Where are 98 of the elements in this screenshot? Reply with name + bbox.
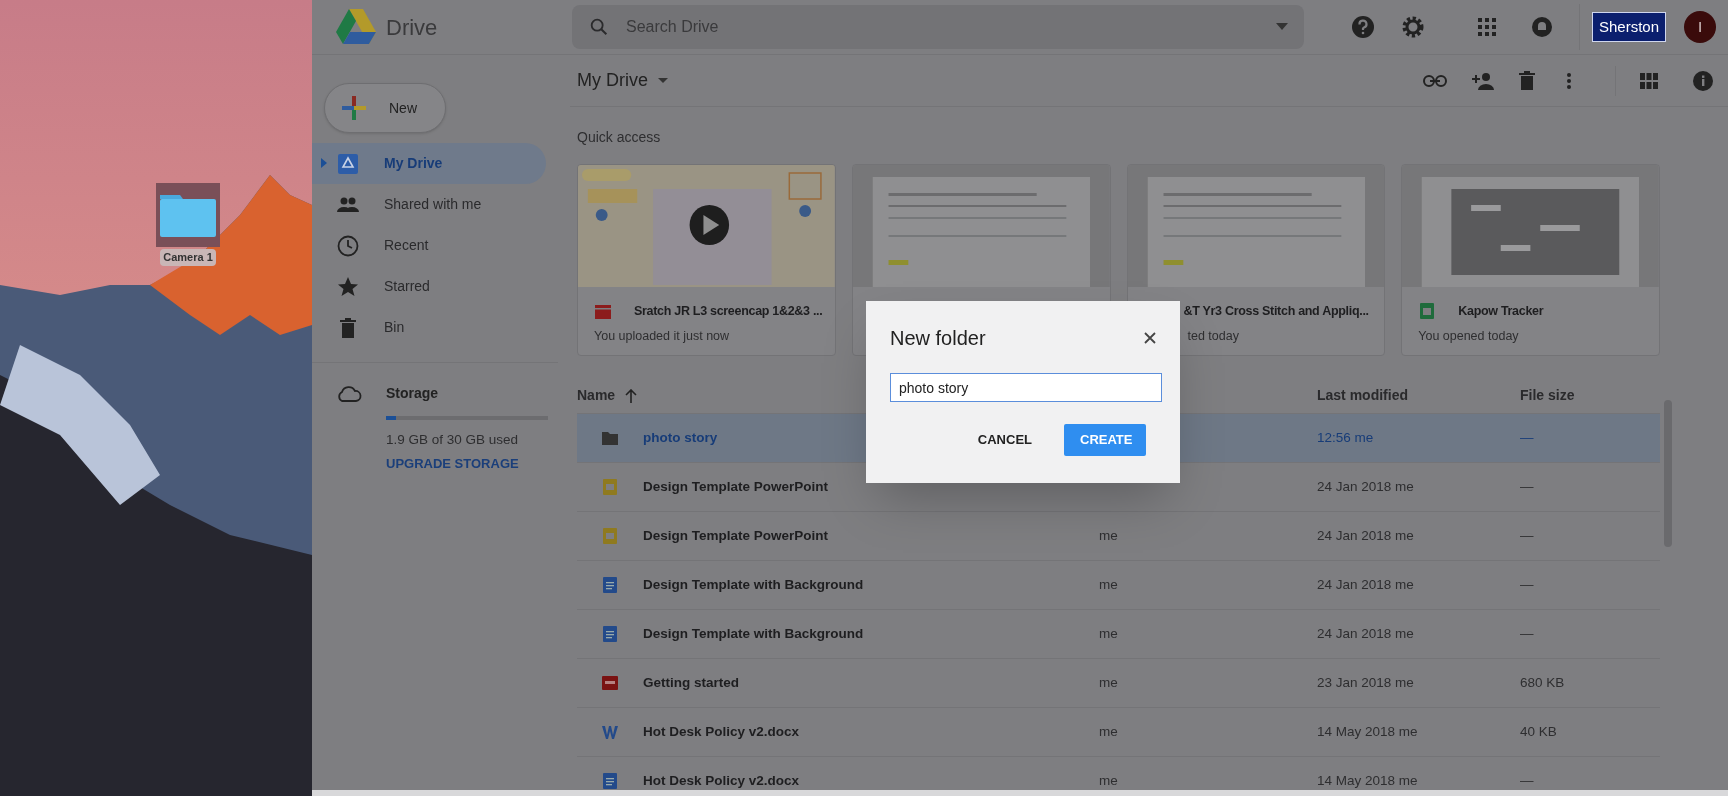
help-icon[interactable] [1350, 15, 1375, 39]
owner-text: me [1099, 772, 1118, 788]
modified-text: 14 May 2018 me [1317, 723, 1418, 739]
new-button[interactable]: New [324, 83, 446, 133]
owner-text: me [1099, 527, 1118, 543]
file-row[interactable]: Design Template PowerPoint me 24 Jan 2018 me — [577, 512, 1660, 561]
upgrade-storage-link[interactable]: UPGRADE STORAGE [386, 454, 558, 474]
link-icon[interactable] [1423, 73, 1447, 88]
file-name: Hot Desk Policy v2.docx [643, 722, 800, 741]
modified-text: 24 Jan 2018 me [1317, 478, 1414, 494]
sidebar-item[interactable]: Recent [312, 225, 546, 266]
column-header[interactable]: File size [1520, 385, 1575, 406]
document-file-icon [601, 576, 619, 594]
spreadsheet-file-icon [1418, 302, 1437, 320]
file-name: Design Template with Background [643, 575, 864, 594]
dialog-title: New folder [890, 326, 986, 351]
folder-icon[interactable] [156, 183, 220, 247]
file-row[interactable]: Design Template with Background me 24 Jan 2018 me — [577, 561, 1660, 610]
file-row[interactable]: Design Template with Background me 24 Jan 2018 me — [577, 610, 1660, 659]
file-size-text: — [1520, 527, 1534, 543]
sidebar-item[interactable]: My Drive [312, 143, 546, 184]
slides-file-icon [601, 527, 619, 545]
word-file-icon [601, 723, 619, 741]
file-card[interactable]: &T Yr3 Cross Stitch and Appliq... ted today [1126, 164, 1386, 356]
file-size-text: — [1520, 625, 1534, 641]
modified-text: 14 May 2018 me [1317, 772, 1418, 788]
document-file-icon [601, 772, 619, 790]
file-size-text: — [1520, 429, 1534, 445]
file-card[interactable]: Sratch JR L3 screencap 1&2&3 ... You uploaded it just now [577, 164, 836, 356]
owner-text: me [1099, 723, 1118, 739]
file-title: Kapow Tracker [1458, 302, 1544, 320]
apps-grid-icon[interactable] [1476, 17, 1497, 37]
sidebar-item[interactable]: Starred [312, 266, 546, 307]
column-header[interactable]: Last modified [1317, 385, 1408, 406]
modified-text: 24 Jan 2018 me [1317, 527, 1414, 543]
file-size-text: — [1520, 772, 1534, 788]
folder-icon [601, 429, 619, 447]
file-activity: You uploaded it just now [594, 328, 730, 345]
file-name: Design Template with Background [643, 624, 864, 643]
location-menu[interactable]: My Drive [577, 67, 668, 94]
slides-file-icon [601, 478, 619, 496]
video-file-icon [594, 302, 612, 320]
file-name: Design Template PowerPoint [643, 477, 829, 496]
file-name: Getting started [643, 673, 739, 692]
folder-name-field[interactable]: photo story [890, 373, 1162, 402]
file-name: Design Template PowerPoint [643, 526, 829, 545]
drive-logo-icon [336, 9, 376, 45]
document-file-icon [601, 625, 619, 643]
search-icon [588, 16, 610, 38]
account-avatar[interactable]: I [1684, 11, 1716, 43]
modified-text: 12:56 me [1317, 429, 1374, 445]
file-row[interactable]: Hot Desk Policy v2.docx me 14 May 2018 me 40 KB [577, 708, 1660, 757]
file-activity: ted today [1187, 328, 1239, 345]
modified-text: 24 Jan 2018 me [1317, 576, 1414, 592]
owner-text: me [1099, 674, 1118, 690]
add-person-icon[interactable] [1471, 71, 1495, 90]
file-title: Sratch JR L3 screencap 1&2&3 ... [634, 302, 823, 320]
create-button[interactable]: CREATE [1064, 424, 1146, 456]
file-title: &T Yr3 Cross Stitch and Appliq... [1183, 302, 1369, 320]
caret-icon [658, 77, 668, 84]
owner-text: me [1099, 625, 1118, 641]
settings-icon[interactable] [1400, 15, 1425, 39]
bell-icon[interactable] [1530, 16, 1553, 38]
grid-view-icon[interactable] [1640, 72, 1658, 89]
sort-arrow-icon[interactable] [625, 388, 638, 403]
file-row[interactable]: Getting started me 23 Jan 2018 me 680 KB [577, 659, 1660, 708]
more-options-icon[interactable] [1567, 72, 1571, 89]
column-header[interactable]: Name [577, 385, 616, 406]
owner-text: me [1099, 576, 1118, 592]
close-icon[interactable] [1144, 332, 1156, 344]
file-size-text: — [1520, 576, 1534, 592]
clock-icon [336, 233, 360, 258]
file-name: Hot Desk Policy v2.docx [643, 771, 800, 790]
section-heading: Quick access [577, 128, 662, 147]
drive-icon [336, 151, 360, 176]
caret-icon[interactable] [1276, 23, 1288, 31]
plus-icon [341, 95, 367, 121]
file-size-text: 680 KB [1520, 674, 1565, 690]
modified-text: 24 Jan 2018 me [1317, 625, 1414, 641]
storage-label: Storage [386, 384, 439, 403]
trash-icon[interactable] [1519, 71, 1535, 90]
sidebar-item[interactable]: Bin [312, 307, 546, 348]
search-field[interactable]: Search Drive [572, 5, 1304, 49]
file-size-text: — [1520, 478, 1534, 494]
file-name: photo story [643, 428, 718, 447]
app-name: Drive [386, 13, 439, 42]
sidebar-item[interactable]: Shared with me [312, 184, 546, 225]
file-activity: You opened today [1418, 328, 1519, 345]
file-card[interactable]: Kapow Tracker You opened today [1401, 164, 1660, 356]
info-icon[interactable] [1692, 69, 1714, 92]
organization-badge: Sherston [1591, 11, 1666, 43]
modified-text: 23 Jan 2018 me [1317, 674, 1414, 690]
cloud-icon [336, 384, 362, 403]
storage-usage: 1.9 GB of 30 GB used [386, 431, 520, 449]
pdf-file-icon [601, 674, 619, 692]
file-size-text: 40 KB [1520, 723, 1557, 739]
folder-label[interactable]: Camera 1 [160, 249, 216, 266]
cancel-button[interactable]: CANCEL [965, 424, 1044, 456]
